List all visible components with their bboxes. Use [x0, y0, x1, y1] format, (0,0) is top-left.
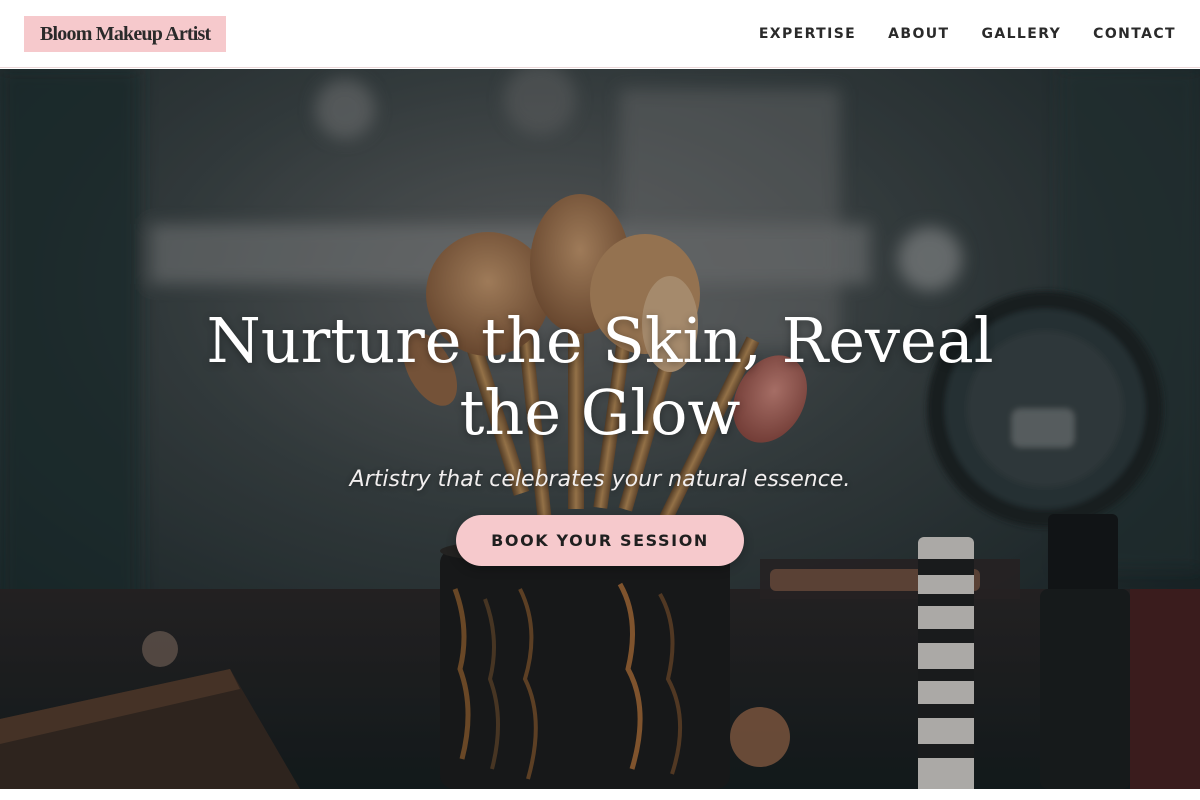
hero-subtitle: Artistry that celebrates your natural es…: [349, 467, 851, 492]
site-header: Bloom Makeup Artist EXPERTISE ABOUT GALL…: [0, 0, 1200, 68]
nav-link-contact[interactable]: CONTACT: [1093, 26, 1176, 42]
hero-content: Nurture the Skin, Reveal the Glow Artist…: [0, 69, 1200, 789]
page-bottom-edge: [0, 789, 1200, 800]
book-session-button[interactable]: BOOK YOUR SESSION: [456, 515, 744, 566]
hero-title: Nurture the Skin, Reveal the Glow: [206, 304, 994, 449]
hero-section: Nurture the Skin, Reveal the Glow Artist…: [0, 69, 1200, 789]
site-logo[interactable]: Bloom Makeup Artist: [24, 16, 227, 52]
nav-link-about[interactable]: ABOUT: [888, 26, 949, 42]
nav-link-expertise[interactable]: EXPERTISE: [759, 26, 856, 42]
main-nav: EXPERTISE ABOUT GALLERY CONTACT: [759, 0, 1176, 68]
nav-link-gallery[interactable]: GALLERY: [981, 26, 1061, 42]
